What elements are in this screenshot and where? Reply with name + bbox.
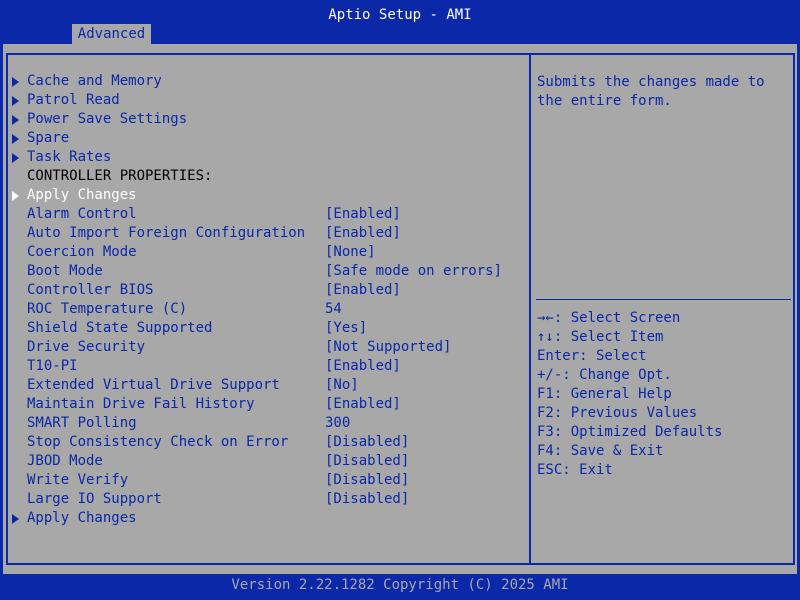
key-hint: ↑↓: Select Item (537, 329, 664, 345)
key-hint: F4: Save & Exit (537, 443, 664, 459)
menu-item-boot-mode[interactable]: Boot Mode [Safe mode on errors] (8, 262, 527, 281)
menu-item-label: Coercion Mode (27, 244, 137, 260)
menu-item-value: [Disabled] (325, 472, 410, 488)
menu-item-value: 300 (325, 415, 351, 431)
menu-item-write-verify[interactable]: Write Verify [Disabled] (8, 471, 527, 490)
version-footer: Version 2.22.1282 Copyright (C) 2025 AMI (231, 577, 569, 593)
menu-item-label: SMART Polling (27, 415, 137, 431)
menu-item-label: Spare (27, 130, 70, 146)
submenu-arrow-icon (11, 110, 21, 129)
menu-item-label: Write Verify (27, 472, 129, 488)
menu-item-label: Apply Changes (27, 187, 137, 203)
menu-item-extended-virtual-drive-support[interactable]: Extended Virtual Drive Support [No] (8, 376, 527, 395)
menu-item-cache-and-memory[interactable]: Cache and Memory (8, 72, 527, 91)
menu-item-coercion-mode[interactable]: Coercion Mode [None] (8, 243, 527, 262)
key-hint: Enter: Select (537, 348, 647, 364)
key-hint: →←: Select Screen (537, 310, 681, 326)
menu-item-label: T10-PI (27, 358, 78, 374)
menu-item-large-io-support[interactable]: Large IO Support [Disabled] (8, 490, 527, 509)
main-area: Cache and Memory Patrol Read Power Save Se… (3, 44, 797, 574)
tab-advanced[interactable]: Advanced (72, 24, 151, 44)
menu-item-label: Large IO Support (27, 491, 162, 507)
bios-screen: Aptio Setup - AMI Advanced Cache and Mem… (0, 0, 800, 600)
menu-item-label: Auto Import Foreign Configuration (27, 225, 306, 241)
menu-item-spare[interactable]: Spare (8, 129, 527, 148)
menu-item-controller-bios[interactable]: Controller BIOS [Enabled] (8, 281, 527, 300)
settings-panel: Cache and Memory Patrol Read Power Save Se… (6, 53, 531, 565)
menu-item-value: [Yes] (325, 320, 368, 336)
menu-item-value: 54 (325, 301, 342, 317)
menu-item-label: Extended Virtual Drive Support (27, 377, 280, 393)
menu-item-apply-changes[interactable]: Apply Changes (8, 509, 527, 528)
menu-item-jbod-mode[interactable]: JBOD Mode [Disabled] (8, 452, 527, 471)
menu-item-label: Drive Security (27, 339, 146, 355)
menu-item-label: Controller BIOS (27, 282, 154, 298)
menu-item-label: Stop Consistency Check on Error (27, 434, 289, 450)
menu-item-roc-temperature-c[interactable]: ROC Temperature (C) 54 (8, 300, 527, 319)
menu-item-value: [Enabled] (325, 206, 401, 222)
menu-item-drive-security[interactable]: Drive Security [Not Supported] (8, 338, 527, 357)
menu-item-label: JBOD Mode (27, 453, 103, 469)
menu-item-label: Boot Mode (27, 263, 103, 279)
window-title: Aptio Setup - AMI (328, 7, 472, 23)
key-hint: F2: Previous Values (537, 405, 698, 421)
menu-item-t10-pi[interactable]: T10-PI [Enabled] (8, 357, 527, 376)
key-hint: ESC: Exit (537, 462, 613, 478)
menu-item-label: Maintain Drive Fail History (27, 396, 255, 412)
menu-item-apply-changes[interactable]: Apply Changes (8, 186, 527, 205)
menu-item-patrol-read[interactable]: Patrol Read (8, 91, 527, 110)
submenu-arrow-icon (11, 72, 21, 91)
menu-item-alarm-control[interactable]: Alarm Control [Enabled] (8, 205, 527, 224)
menu-item-stop-consistency-check-on-error[interactable]: Stop Consistency Check on Error [Disabled… (8, 433, 527, 452)
menu-item-value: [Disabled] (325, 453, 410, 469)
menu-item-label: Power Save Settings (27, 111, 188, 127)
section-header: CONTROLLER PROPERTIES: (8, 167, 527, 186)
key-hint: F3: Optimized Defaults (537, 424, 723, 440)
help-panel: Submits the changes made to the entire f… (531, 53, 795, 565)
menu-item-label: Task Rates (27, 149, 112, 165)
menu-item-value: [Disabled] (325, 434, 410, 450)
menu-item-value: [Enabled] (325, 358, 401, 374)
menu-item-value: [No] (325, 377, 359, 393)
menu-item-label: Alarm Control (27, 206, 137, 222)
menu-item-maintain-drive-fail-history[interactable]: Maintain Drive Fail History [Enabled] (8, 395, 527, 414)
menu-item-label: ROC Temperature (C) (27, 301, 188, 317)
submenu-arrow-icon (11, 509, 21, 528)
menu-item-value: [Enabled] (325, 282, 401, 298)
help-description: Submits the changes made to the entire f… (537, 74, 765, 109)
menu-item-shield-state-supported[interactable]: Shield State Supported [Yes] (8, 319, 527, 338)
menu-item-smart-polling[interactable]: SMART Polling 300 (8, 414, 527, 433)
submenu-arrow-icon (11, 91, 21, 110)
key-hint: +/-: Change Opt. (537, 367, 672, 383)
menu-item-label: Patrol Read (27, 92, 120, 108)
menu-item-value: [Safe mode on errors] (325, 263, 503, 279)
menu-item-label: Apply Changes (27, 510, 137, 526)
menu-item-power-save-settings[interactable]: Power Save Settings (8, 110, 527, 129)
menu-item-label: Cache and Memory (27, 73, 162, 89)
menu-item-label: Shield State Supported (27, 320, 213, 336)
menu-item-value: [Not Supported] (325, 339, 452, 355)
menu-item-task-rates[interactable]: Task Rates (8, 148, 527, 167)
submenu-arrow-icon (11, 148, 21, 167)
menu-item-auto-import-foreign-configuration[interactable]: Auto Import Foreign Configuration [Enable… (8, 224, 527, 243)
menu-item-value: [None] (325, 244, 376, 260)
help-divider (536, 299, 791, 300)
menu-item-label: CONTROLLER PROPERTIES: (27, 168, 213, 184)
key-hint: F1: General Help (537, 386, 672, 402)
menu-item-value: [Enabled] (325, 396, 401, 412)
submenu-arrow-icon (11, 129, 21, 148)
submenu-arrow-icon (11, 186, 21, 205)
menu-item-value: [Enabled] (325, 225, 401, 241)
menu-item-value: [Disabled] (325, 491, 410, 507)
